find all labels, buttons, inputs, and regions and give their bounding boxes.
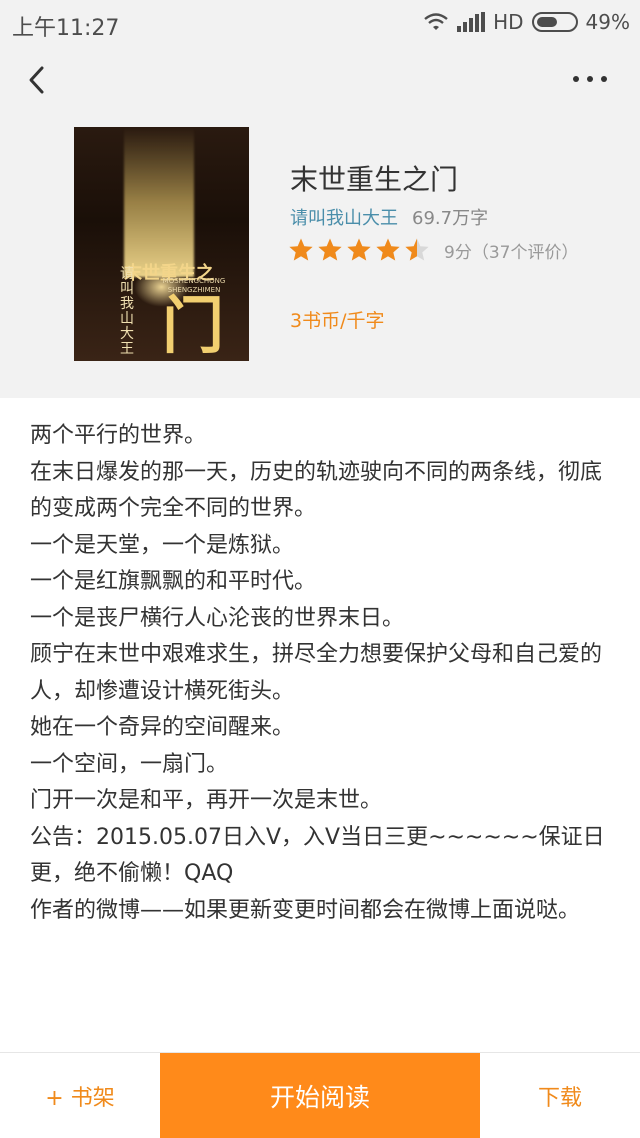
star-half-icon bbox=[405, 238, 429, 261]
description-line: 在末日爆发的那一天，历史的轨迹驶向不同的两条线，彻底的变成两个完全不同的世界。 bbox=[30, 459, 603, 522]
battery-icon bbox=[531, 12, 578, 32]
description-line: 她在一个奇异的空间醒来。 bbox=[30, 715, 295, 740]
signal-icon bbox=[457, 12, 486, 32]
word-count: 69.7万字 bbox=[412, 208, 489, 229]
bottom-action-bar: + 书架 开始阅读 下载 bbox=[0, 1052, 640, 1138]
rating-stars bbox=[288, 237, 430, 263]
more-options-button[interactable] bbox=[570, 64, 610, 94]
status-indicators: HD 49% bbox=[423, 10, 630, 34]
star-full-icon bbox=[289, 238, 313, 261]
wifi-icon bbox=[424, 13, 448, 30]
book-title: 末世重生之门 bbox=[290, 163, 459, 196]
back-button[interactable] bbox=[24, 62, 52, 98]
description-line: 两个平行的世界。 bbox=[30, 423, 207, 448]
description-line: 一个是天堂，一个是炼狱。 bbox=[30, 532, 295, 558]
status-bar: 上午11:27 HD 49% bbox=[0, 0, 640, 44]
rating-row: 9分（37个评价） bbox=[288, 236, 578, 264]
network-type: HD bbox=[493, 10, 524, 34]
book-meta: 请叫我山大王 69.7万字 bbox=[290, 204, 488, 230]
description-line: 一个是红旗飘飘的和平时代。 bbox=[30, 569, 317, 594]
description-line: 顾宁在末世中艰难求生，拼尽全力想要保护父母和自己爱的人，却惨遭设计横死街头。 bbox=[30, 642, 603, 704]
description-line: 门开一次是和平，再开一次是末世。 bbox=[30, 788, 383, 813]
rating-score: 9分（37个评价） bbox=[444, 242, 579, 263]
price-label: 3书币/千字 bbox=[290, 310, 385, 332]
description-line: 作者的微博——如果更新变更时间都会在微博上面说哒。 bbox=[30, 897, 581, 923]
cover-big-char: 门 bbox=[162, 289, 225, 361]
add-to-shelf-button[interactable]: + 书架 bbox=[0, 1053, 160, 1138]
book-description: 两个平行的世界。在末日爆发的那一天，历史的轨迹驶向不同的两条线，彻底的变成两个完… bbox=[30, 418, 616, 929]
download-button[interactable]: 下载 bbox=[480, 1053, 640, 1138]
star-full-icon bbox=[347, 238, 371, 261]
star-full-icon bbox=[376, 238, 400, 261]
more-dots-icon bbox=[573, 76, 607, 82]
author-link[interactable]: 请叫我山大王 bbox=[290, 204, 398, 230]
cover-author: 请叫我山大王 bbox=[120, 266, 134, 357]
battery-percent: 49% bbox=[585, 10, 630, 34]
description-line: 一个是丧尸横行人心沦丧的世界末日。 bbox=[30, 605, 405, 631]
start-reading-button[interactable]: 开始阅读 bbox=[160, 1053, 480, 1138]
book-cover[interactable]: 末世重生之 MOSHENGCHONG SHENGZHIMEN 请叫我山大王 门 bbox=[74, 127, 249, 361]
status-time: 上午11:27 bbox=[12, 16, 120, 41]
description-line: 一个空间，一扇门。 bbox=[30, 751, 229, 777]
chevron-left-icon bbox=[29, 66, 44, 94]
star-full-icon bbox=[318, 238, 342, 261]
description-line: 公告：2015.05.07日入V，入V当日三更~~~~~~保证日更，绝不偷懒！Q… bbox=[30, 824, 605, 887]
